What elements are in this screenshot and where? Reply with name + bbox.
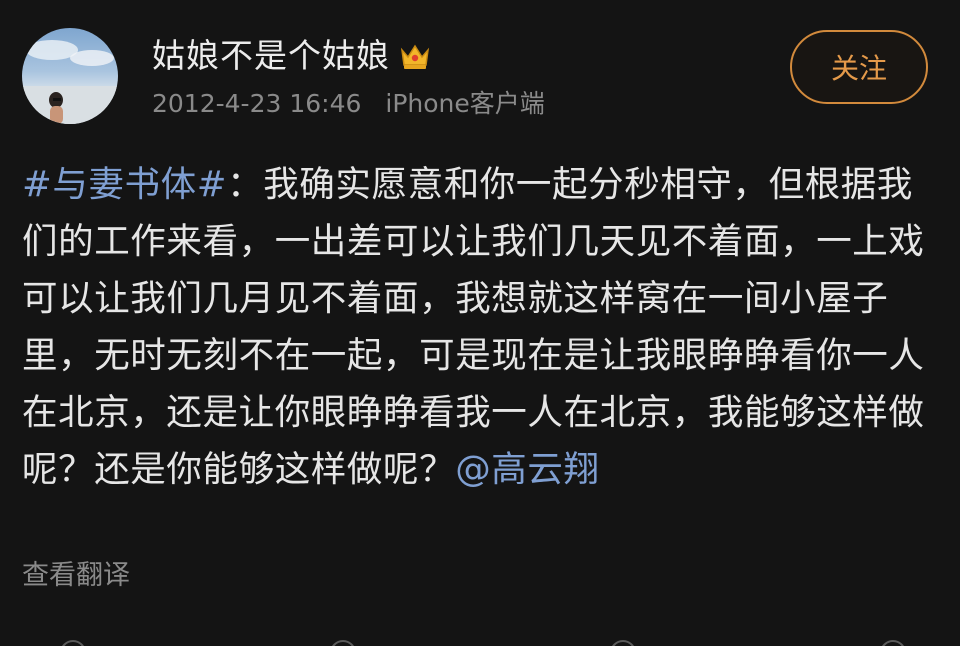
action-bar bbox=[0, 630, 960, 646]
post-source: iPhone客户端 bbox=[385, 89, 545, 118]
username-row: 姑娘不是个姑娘 bbox=[152, 34, 432, 78]
comment-icon[interactable] bbox=[330, 640, 356, 646]
avatar-image bbox=[22, 40, 118, 124]
mention-link[interactable]: @高云翔 bbox=[455, 449, 599, 490]
post-content: #与妻书体#：我确实愿意和你一起分秒相守，但根据我们的工作来看，一出差可以让我们… bbox=[22, 156, 940, 498]
username[interactable]: 姑娘不是个姑娘 bbox=[152, 34, 390, 78]
post-timestamp: 2012-4-23 16:46 bbox=[152, 89, 362, 118]
post-meta: 2012-4-23 16:46 iPhone客户端 bbox=[152, 86, 545, 122]
avatar[interactable] bbox=[22, 28, 118, 124]
crown-icon bbox=[398, 39, 432, 73]
post-body-text: ：我确实愿意和你一起分秒相守，但根据我们的工作来看，一出差可以让我们几天见不着面… bbox=[22, 164, 925, 490]
view-translation-link[interactable]: 查看翻译 bbox=[22, 556, 130, 596]
follow-button[interactable]: 关注 bbox=[790, 30, 928, 104]
hashtag-link[interactable]: #与妻书体# bbox=[22, 164, 227, 205]
like-icon[interactable] bbox=[880, 640, 906, 646]
repost-icon[interactable] bbox=[610, 640, 636, 646]
share-icon[interactable] bbox=[60, 640, 86, 646]
